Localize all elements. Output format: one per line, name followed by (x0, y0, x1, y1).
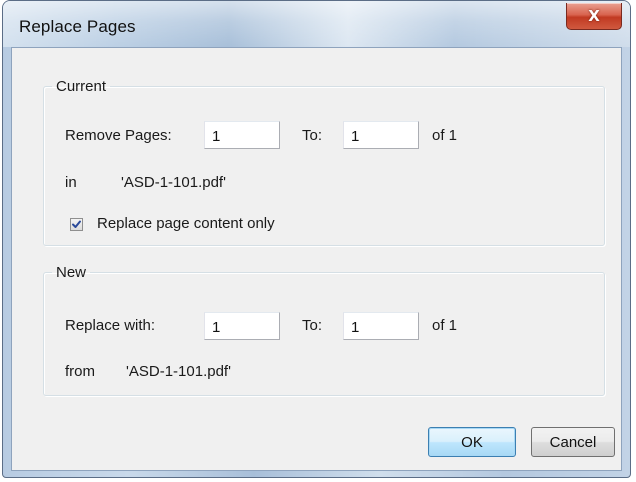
close-button[interactable]: X (566, 3, 622, 30)
in-label: in (65, 174, 77, 191)
replace-with-to-label: To: (302, 317, 323, 334)
remove-pages-to-label: To: (302, 127, 323, 144)
replace-with-of-total: of 1 (432, 317, 458, 334)
dialog-title: Replace Pages (19, 17, 136, 36)
replace-with-label: Replace with: (65, 317, 156, 334)
title-bar[interactable]: Replace Pages X (3, 1, 630, 47)
replace-with-to-input[interactable] (343, 312, 419, 340)
replace-with-from-input[interactable] (204, 312, 280, 340)
new-file-name: 'ASD-1-101.pdf' (126, 363, 231, 380)
replace-pages-dialog: Replace Pages X Current Remove Pages: To… (2, 0, 631, 478)
remove-pages-from-input[interactable] (204, 121, 280, 149)
close-icon: X (588, 7, 600, 25)
current-group-legend: Current (56, 78, 107, 95)
new-group-legend: New (56, 264, 87, 281)
replace-content-only-checkbox[interactable] (70, 218, 83, 231)
remove-pages-to-input[interactable] (343, 121, 419, 149)
cancel-button[interactable]: Cancel (531, 427, 615, 457)
checkmark-icon (72, 220, 81, 228)
from-label: from (65, 363, 95, 380)
ok-button[interactable]: OK (428, 427, 516, 457)
replace-content-only-label[interactable]: Replace page content only (97, 215, 275, 232)
remove-pages-of-total: of 1 (432, 127, 458, 144)
dialog-body: Current Remove Pages: To: of 1 in 'ASD-1… (11, 47, 622, 471)
current-file-name: 'ASD-1-101.pdf' (121, 174, 226, 191)
remove-pages-label: Remove Pages: (65, 127, 172, 144)
